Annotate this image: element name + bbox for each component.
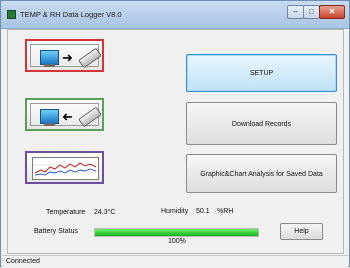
computer-stand xyxy=(44,123,55,126)
humidity-unit: %RH xyxy=(217,208,234,215)
chart-icon-button[interactable] xyxy=(25,151,104,184)
download-records-button[interactable]: Download Records xyxy=(186,102,337,145)
setup-button[interactable]: SETUP xyxy=(186,54,337,92)
app-icon xyxy=(7,10,16,19)
maximize-button[interactable]: □ xyxy=(303,5,320,19)
logger-device-icon xyxy=(78,106,102,128)
battery-percent: 100% xyxy=(168,238,186,245)
chart-thumbnail xyxy=(33,162,98,176)
status-bar: Connected xyxy=(2,255,348,268)
computer-to-logger-icon: ➜ xyxy=(30,44,102,69)
download-icon-button[interactable]: ➜ xyxy=(25,98,104,131)
arrow-right-icon: ➜ xyxy=(62,50,73,65)
help-button[interactable]: Help xyxy=(280,223,323,240)
humidity-value: 50.1 xyxy=(196,208,210,215)
close-button[interactable]: ✕ xyxy=(319,5,345,19)
connection-status: Connected xyxy=(6,258,40,265)
logger-to-computer-icon: ➜ xyxy=(30,103,102,128)
graphic-chart-analysis-button[interactable]: Graphic&Chart Analysis for Saved Data xyxy=(186,154,337,193)
battery-progress-bar xyxy=(94,228,259,237)
app-window: TEMP & RH Data Logger V8.0 – □ ✕ ➜ ➜ SET… xyxy=(0,0,350,268)
minimize-button[interactable]: – xyxy=(287,5,304,19)
computer-stand xyxy=(44,64,55,67)
battery-progress-fill xyxy=(95,229,258,236)
window-title: TEMP & RH Data Logger V8.0 xyxy=(20,10,122,19)
title-bar[interactable]: TEMP & RH Data Logger V8.0 – □ ✕ xyxy=(1,1,349,29)
temperature-label: Temperature xyxy=(46,209,86,216)
computer-icon xyxy=(40,109,59,124)
humidity-label: Humidity xyxy=(161,208,189,215)
chart-icon xyxy=(32,157,99,180)
logger-device-icon xyxy=(78,47,102,69)
upload-icon-button[interactable]: ➜ xyxy=(25,39,104,72)
computer-icon xyxy=(40,50,59,65)
temperature-value: 24.3°C xyxy=(94,209,116,216)
arrow-left-icon: ➜ xyxy=(62,109,73,124)
battery-status-label: Battery Status xyxy=(34,228,78,235)
